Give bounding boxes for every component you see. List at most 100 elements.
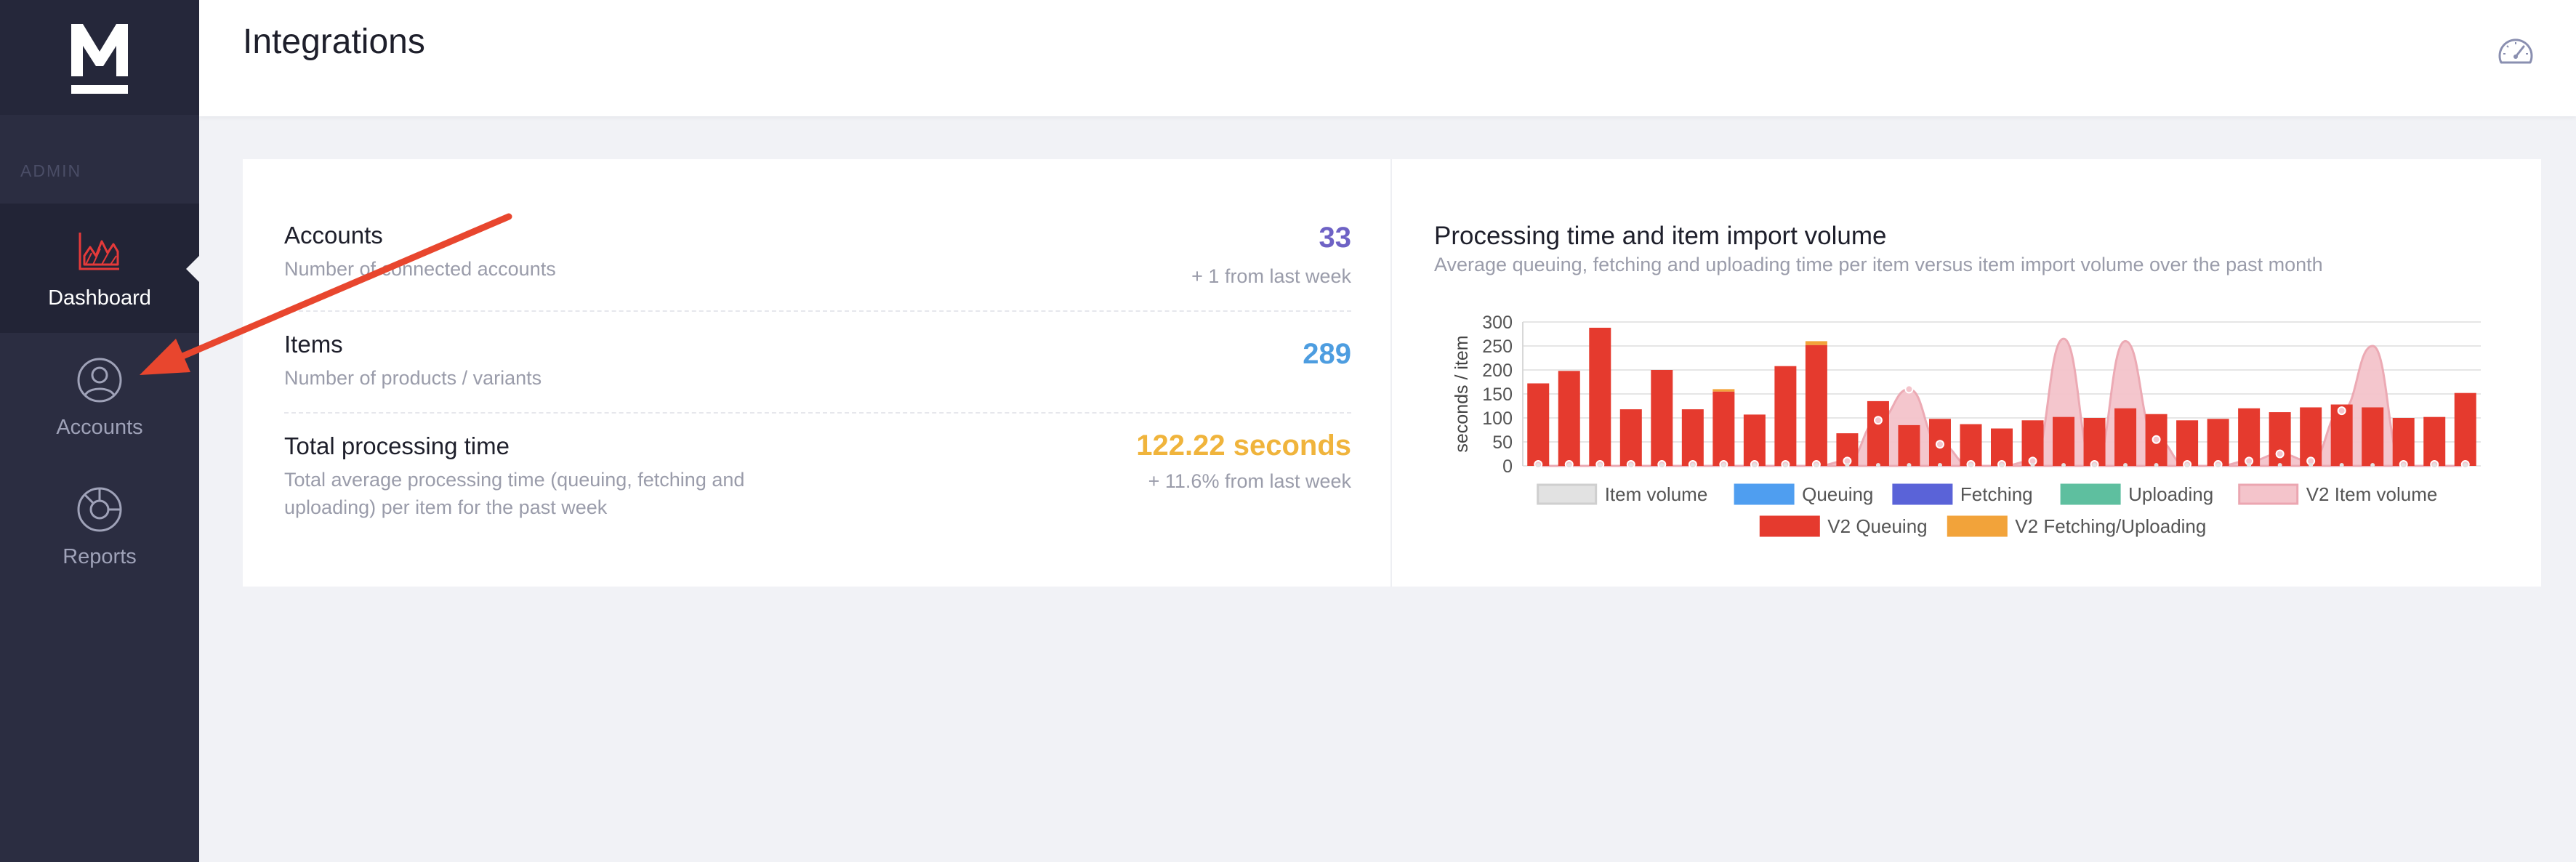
sidebar-item-reports[interactable]: Reports — [0, 462, 199, 592]
bar-v2-queuing — [1681, 409, 1704, 466]
point-v2-item-volume — [2337, 406, 2346, 416]
separator — [284, 412, 1351, 414]
legend-label: Queuing — [1802, 483, 1873, 505]
legend-swatch — [2238, 483, 2299, 505]
sidebar-item-dashboard[interactable]: Dashboard — [0, 204, 199, 333]
y-tick-label: 50 — [1492, 432, 1513, 453]
y-tick-label: 300 — [1482, 313, 1513, 333]
bar-v2-fetching-uploading — [1805, 341, 1827, 345]
point-item-volume — [2247, 463, 2252, 467]
legend-swatch — [1892, 483, 1953, 505]
legend-swatch — [1947, 515, 2008, 537]
point-v2-item-volume — [1904, 384, 1914, 394]
logo-icon — [71, 24, 128, 94]
bar-v2-queuing — [1805, 345, 1827, 466]
reports-icon — [77, 487, 122, 531]
stat-subtitle: Number of products / variants — [284, 367, 542, 389]
point-item-volume — [2000, 463, 2004, 467]
chart-subtitle: Average queuing, fetching and uploading … — [1434, 254, 2323, 275]
stat-total-processing: Total processing time Total average proc… — [284, 430, 1351, 527]
stat-value: 122.22 seconds — [1136, 430, 1351, 462]
point-item-volume — [1814, 463, 1819, 467]
bar-v2-queuing — [1712, 391, 1735, 466]
point-item-volume — [2092, 463, 2097, 467]
stat-accounts: Accounts Number of connected accounts 33… — [284, 222, 1351, 294]
chart-title: Processing time and item import volume — [1434, 222, 1887, 250]
stat-items: Items Number of products / variants 289 — [284, 331, 1351, 389]
legend-label: Uploading — [2128, 483, 2213, 505]
bar-v2-queuing — [2362, 407, 2384, 466]
point-item-volume — [2154, 463, 2159, 467]
point-item-volume — [1907, 463, 1912, 467]
point-item-volume — [2185, 463, 2190, 467]
point-item-volume — [1968, 463, 1973, 467]
point-item-volume — [1598, 463, 1603, 467]
point-item-volume — [1937, 463, 1942, 467]
bar-v2-queuing — [2454, 392, 2476, 466]
bar-v2-queuing — [2083, 418, 2106, 466]
logo[interactable] — [0, 0, 199, 115]
point-item-volume — [2401, 463, 2406, 467]
chart-icon — [79, 232, 119, 270]
bar-v2-queuing — [2053, 416, 2075, 466]
point-item-volume — [1659, 463, 1665, 467]
point-item-volume — [1536, 463, 1541, 467]
point-item-volume — [2030, 463, 2035, 467]
point-item-volume — [1721, 463, 1726, 467]
point-v2-item-volume — [1935, 440, 1944, 449]
point-v2-item-volume — [2275, 449, 2285, 459]
legend-swatch — [1759, 515, 1820, 537]
bar-v2-queuing — [1619, 409, 1642, 466]
y-axis-label: seconds / item — [1452, 335, 1472, 452]
point-v2-item-volume — [2152, 435, 2161, 444]
sidebar-section-label: ADMIN — [20, 161, 82, 180]
legend-swatch — [2060, 483, 2121, 505]
point-item-volume — [1845, 463, 1850, 467]
y-tick-label: 150 — [1482, 384, 1513, 405]
stat-change: + 11.6% from last week — [1148, 470, 1351, 492]
point-item-volume — [2215, 463, 2221, 467]
point-item-volume — [2123, 463, 2128, 467]
bar-v2-queuing — [1743, 414, 1766, 466]
active-indicator — [186, 256, 199, 282]
bar-v2-queuing — [1589, 327, 1611, 466]
sidebar-item-label: Accounts — [56, 415, 143, 439]
bar-v2-queuing — [2114, 408, 2137, 466]
separator — [284, 310, 1351, 312]
stats-card: Accounts Number of connected accounts 33… — [243, 159, 2541, 587]
point-item-volume — [2432, 463, 2437, 467]
legend-label: V2 Item volume — [2306, 483, 2438, 505]
point-item-volume — [1566, 463, 1571, 467]
point-item-volume — [2061, 463, 2066, 467]
point-item-volume — [1875, 463, 1880, 467]
sidebar-item-label: Reports — [63, 544, 137, 568]
y-tick-label: 100 — [1482, 408, 1513, 429]
sidebar: ADMIN Dashboard Accounts Reports — [0, 0, 199, 862]
bar-v2-queuing — [1867, 400, 1889, 466]
legend-swatch — [1537, 483, 1598, 505]
point-item-volume — [1783, 463, 1788, 467]
gauge-icon[interactable] — [2496, 35, 2535, 67]
point-item-volume — [1628, 463, 1633, 467]
processing-chart: 0 50 100 150 200 250 300 seconds / item Item vol… — [1452, 313, 2481, 537]
sidebar-item-accounts[interactable]: Accounts — [0, 333, 199, 462]
bar-v2-queuing — [1558, 371, 1580, 466]
stat-value: 33 — [1319, 222, 1352, 254]
legend-label: Item volume — [1605, 483, 1708, 505]
bar-v2-queuing — [2207, 419, 2229, 466]
point-v2-item-volume — [1873, 416, 1883, 425]
point-item-volume — [2309, 463, 2314, 467]
bar-v2-queuing — [1651, 370, 1673, 466]
bar-v2-queuing — [1774, 366, 1797, 466]
user-icon — [77, 358, 122, 402]
bar-v2-queuing — [2176, 420, 2199, 466]
stat-subtitle: Total average processing time (queuing, … — [284, 469, 745, 518]
y-tick-label: 250 — [1482, 337, 1513, 357]
page-title: Integrations — [243, 23, 425, 61]
bar-v2-queuing — [1960, 424, 1982, 466]
point-item-volume — [2370, 463, 2375, 467]
legend-label: V2 Queuing — [1827, 515, 1927, 537]
point-item-volume — [1690, 463, 1695, 467]
bar-v2-queuing — [1527, 383, 1550, 466]
legend-label: V2 Fetching/Uploading — [2015, 515, 2206, 537]
